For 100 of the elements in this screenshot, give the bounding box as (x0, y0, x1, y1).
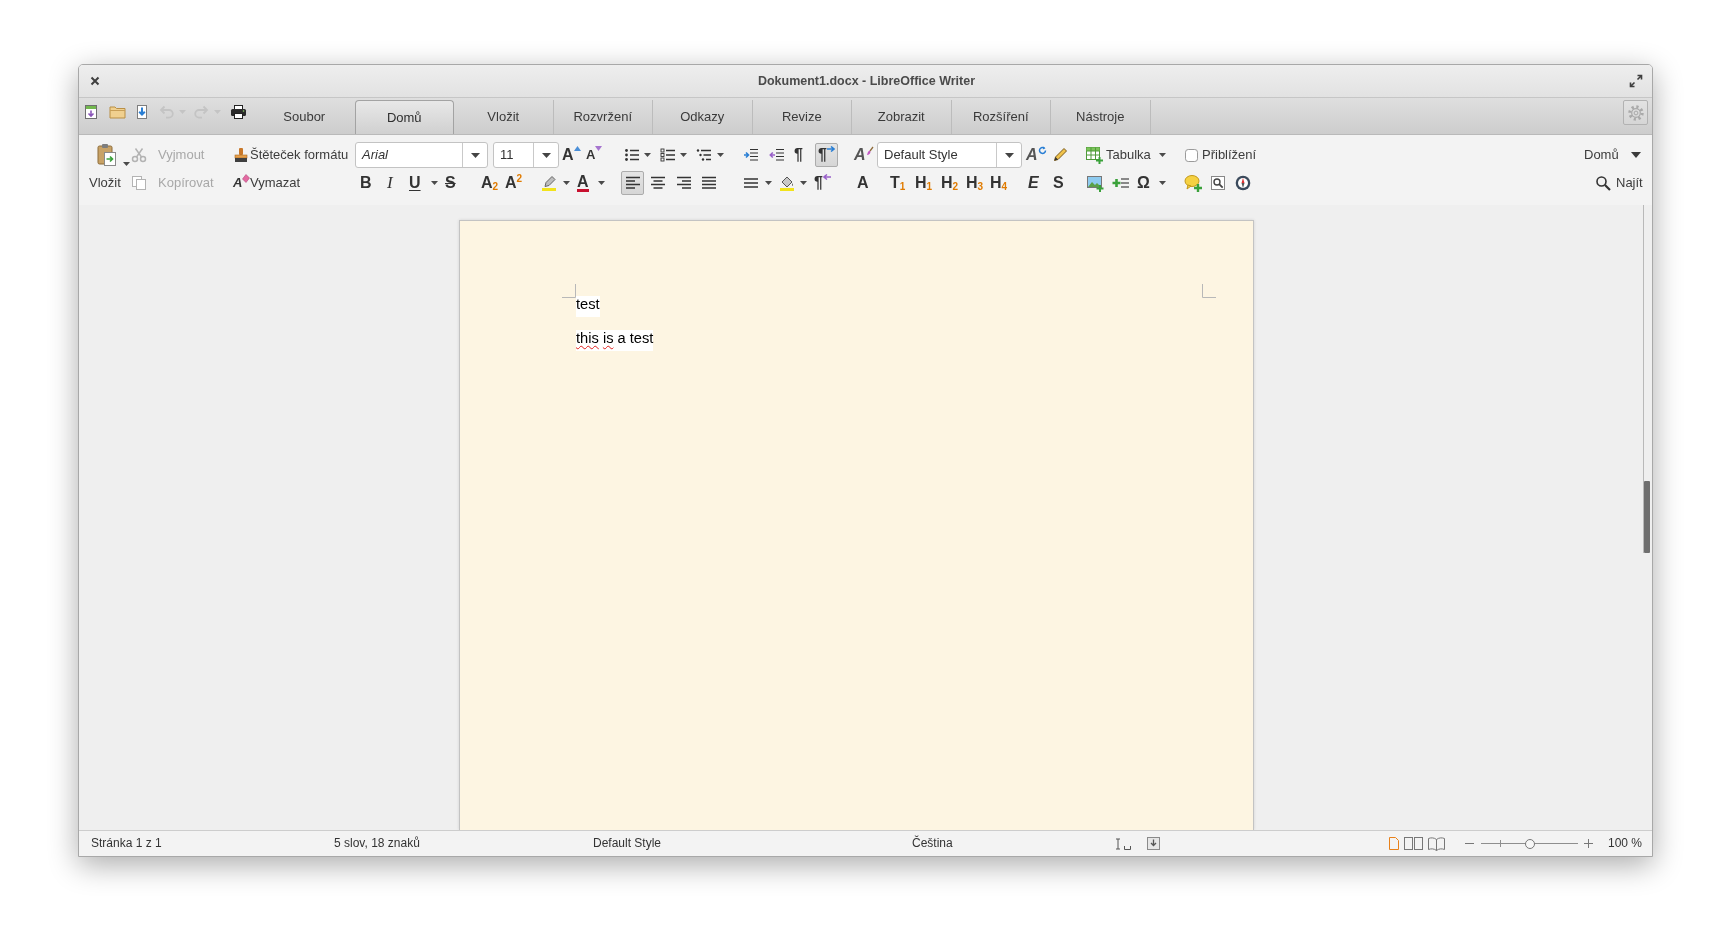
clear-formatting-label[interactable]: Vymazat (250, 175, 301, 191)
heading-style-tool[interactable]: T$_{1}$ (890, 174, 906, 192)
line-spacing-icon[interactable] (743, 175, 759, 191)
underline-tool[interactable]: U (409, 174, 421, 192)
font-color-tool[interactable]: A (577, 174, 589, 192)
clear-formatting-tool[interactable]: A (233, 174, 251, 192)
scrollbar[interactable] (1640, 205, 1650, 553)
update-style-tool[interactable]: A (1026, 146, 1047, 164)
caret-icon[interactable] (1631, 152, 1641, 158)
right-to-left-tool[interactable]: ¶ (814, 174, 831, 192)
tab[interactable]: Domů (354, 100, 454, 134)
caret-icon[interactable] (563, 181, 570, 185)
numbered-list-icon[interactable] (660, 147, 676, 163)
new-document-icon[interactable] (83, 104, 99, 120)
subscript-tool[interactable]: A$_{2}$ (481, 174, 499, 192)
caret-icon[interactable] (1159, 153, 1166, 157)
bold-tool[interactable]: B (360, 174, 372, 192)
strikethrough-tool[interactable]: S (445, 174, 456, 192)
caret-icon[interactable] (680, 153, 687, 157)
language[interactable]: Čeština (912, 836, 953, 851)
document-saved-icon[interactable] (1147, 837, 1160, 850)
special-character-tool[interactable]: Ω (1137, 174, 1150, 192)
table-menu[interactable]: Tabulka (1106, 147, 1151, 163)
insert-field-icon[interactable] (1112, 175, 1130, 191)
emphasis-style-tool[interactable]: E (1028, 174, 1039, 192)
caret-icon[interactable] (1004, 152, 1014, 158)
close-icon[interactable] (90, 76, 100, 86)
increase-indent-icon[interactable] (743, 147, 759, 163)
manage-styles-tool[interactable]: A (854, 146, 874, 164)
caret-icon[interactable] (470, 152, 480, 158)
search-icon[interactable] (1595, 175, 1611, 191)
superscript-tool[interactable]: A$^{2}$ (505, 174, 523, 192)
highlighter-icon[interactable] (541, 175, 557, 191)
tab[interactable]: Vložit (454, 100, 554, 134)
heading-style-tool[interactable]: H$_{1}$ (915, 174, 933, 192)
heading-style-tool[interactable]: H$_{4}$ (990, 174, 1008, 192)
brush-icon (865, 146, 874, 156)
two-page-icon[interactable] (1404, 836, 1423, 851)
find-replace-icon[interactable] (1210, 175, 1226, 191)
caret-icon[interactable] (541, 152, 551, 158)
font-name-combobox[interactable]: Arial (355, 142, 488, 168)
paragraph-style-combobox[interactable]: Default Style (877, 142, 1022, 168)
caret-icon[interactable] (765, 181, 772, 185)
book-icon[interactable] (1428, 836, 1445, 851)
caret-icon[interactable] (1159, 181, 1166, 185)
left-to-right-button[interactable]: ¶ (815, 143, 838, 167)
paint-bucket-icon[interactable] (779, 175, 795, 191)
outline-list-icon[interactable] (696, 147, 712, 163)
tab[interactable]: Revize (752, 100, 852, 134)
find-label[interactable]: Najít (1616, 175, 1643, 191)
heading-style-tool[interactable]: H$_{2}$ (941, 174, 959, 192)
caret-icon[interactable] (644, 153, 651, 157)
tab[interactable]: Nástroje (1051, 100, 1151, 134)
tab[interactable]: Zobrazit (852, 100, 952, 134)
caret-icon[interactable] (598, 181, 605, 185)
italic-tool[interactable]: I (387, 174, 393, 192)
tab[interactable]: Odkazy (653, 100, 753, 134)
caret-icon[interactable] (717, 153, 724, 157)
tab[interactable]: Rozvržení (553, 100, 653, 134)
tab-menu[interactable]: Domů (1584, 147, 1619, 163)
checkbox-label[interactable]: Přiblížení (1202, 147, 1257, 163)
caret-icon[interactable] (431, 181, 438, 185)
heading-style-tool[interactable]: H$_{3}$ (966, 174, 984, 192)
pencil-icon[interactable] (1052, 147, 1068, 163)
paste-icon[interactable] (96, 143, 118, 167)
align-left-button[interactable] (621, 171, 644, 195)
save-icon[interactable] (134, 104, 150, 120)
bullet-list-icon[interactable] (624, 147, 640, 163)
printer-icon[interactable] (230, 104, 247, 120)
font-size-combobox[interactable]: 11 (493, 142, 559, 168)
table-icon[interactable] (1085, 146, 1103, 164)
window-title: Dokument1.docx - LibreOffice Writer (757, 73, 976, 89)
comment-icon[interactable] (1184, 174, 1202, 192)
tab[interactable]: Rozšíření (951, 100, 1051, 134)
scrollbar-thumb[interactable] (1644, 481, 1650, 553)
maximize-icon[interactable] (1629, 74, 1643, 88)
grow-font-tool[interactable]: A (562, 146, 581, 164)
plain-style-tool[interactable]: A (857, 174, 869, 192)
up-triangle-icon (573, 146, 581, 151)
decrease-indent-icon[interactable] (769, 147, 785, 163)
slider-thumb[interactable] (1524, 838, 1535, 849)
down-triangle-icon (595, 146, 603, 151)
left-arrow-icon (822, 174, 831, 180)
paintbrush-icon[interactable] (233, 147, 249, 163)
caret-icon[interactable] (123, 162, 130, 166)
strong-style-tool[interactable]: S (1053, 174, 1064, 192)
compass-icon[interactable] (1235, 175, 1251, 191)
settings-icon (1626, 103, 1645, 122)
zoom-in-icon[interactable] (1584, 839, 1593, 848)
shrink-font-tool[interactable]: A (586, 146, 603, 164)
clone-formatting-label[interactable]: Štěteček formátu (250, 147, 349, 163)
justify-icon (700, 175, 717, 191)
caret-icon[interactable] (800, 181, 807, 185)
selection-mode-icon[interactable] (1115, 837, 1132, 850)
paste-label[interactable]: Vložit (89, 175, 121, 191)
tab[interactable]: Soubor (255, 100, 355, 134)
checkbox[interactable] (1185, 148, 1198, 162)
formatting-marks-tool[interactable]: ¶ (794, 146, 803, 164)
zoom-percent[interactable]: 100 % (1608, 836, 1643, 851)
insert-image-icon[interactable] (1086, 174, 1104, 192)
